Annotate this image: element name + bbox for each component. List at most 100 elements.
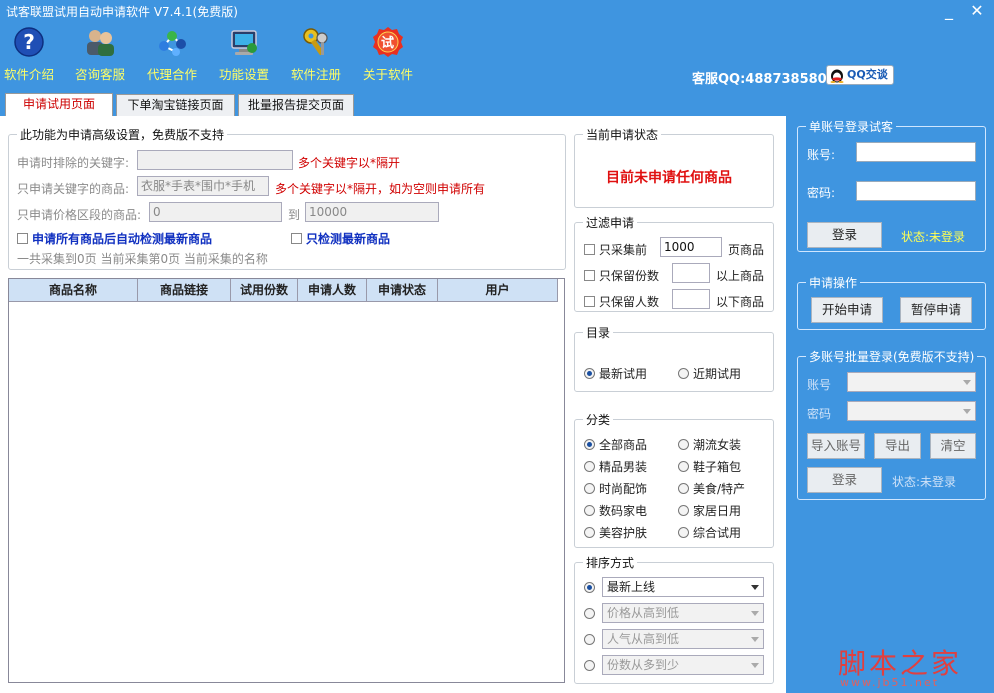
checkbox-box	[584, 296, 595, 307]
qq-chat-label: QQ交谈	[847, 68, 888, 81]
exclude-keyword-input[interactable]	[137, 150, 293, 170]
sort-radio[interactable]	[584, 633, 599, 647]
column-header[interactable]: 申请人数	[298, 279, 367, 301]
import-account-button[interactable]: 导入账号	[807, 433, 865, 459]
category-option[interactable]: 精品男装	[584, 458, 647, 475]
category-option[interactable]: 全部商品	[584, 436, 647, 453]
multi-password-label: 密码	[807, 407, 832, 421]
svg-text:?: ?	[23, 30, 35, 54]
auto-check-new-checkbox[interactable]: 申请所有商品后自动检测最新商品	[17, 230, 212, 247]
radio-button	[584, 634, 595, 645]
category-option-label: 精品男装	[599, 460, 648, 474]
toolbar-register-button[interactable]: 软件注册	[283, 22, 349, 88]
apply-status-legend: 当前申请状态	[586, 128, 659, 142]
filter-people-suffix: 以下商品	[716, 295, 765, 309]
category-option-label: 美容护肤	[599, 526, 648, 540]
radio-button	[678, 439, 689, 450]
toolbar-label: 功能设置	[218, 67, 269, 82]
sort-legend: 排序方式	[586, 556, 635, 570]
filter-people-checkbox[interactable]: 只保留人数	[584, 293, 659, 310]
chevron-down-icon	[751, 663, 759, 668]
filter-copies-checkbox[interactable]: 只保留份数	[584, 267, 659, 284]
radio-button	[678, 483, 689, 494]
multi-login-legend: 多账号批量登录(免费版不支持)	[809, 350, 975, 364]
tab-taobao-link[interactable]: 下单淘宝链接页面	[116, 94, 235, 117]
category-option[interactable]: 美食/特产	[678, 480, 745, 497]
column-header[interactable]: 商品名称	[9, 279, 138, 301]
advanced-settings-legend: 此功能为申请高级设置，免费版不支持	[20, 128, 225, 142]
start-apply-button[interactable]: 开始申请	[811, 297, 883, 323]
category-option[interactable]: 鞋子箱包	[678, 458, 741, 475]
table-header: 商品名称 商品链接 试用份数 申请人数 申请状态 用户	[9, 279, 558, 302]
category-option[interactable]: 数码家电	[584, 502, 647, 519]
category-option[interactable]: 综合试用	[678, 524, 741, 541]
toolbar-about-button[interactable]: 试 关于软件	[355, 22, 421, 88]
login-button[interactable]: 登录	[807, 222, 882, 248]
filter-pages-suffix: 页商品	[728, 243, 765, 257]
export-button[interactable]: 导出	[874, 433, 921, 459]
toolbar-software-intro-button[interactable]: ? 软件介绍	[0, 22, 62, 88]
catalog-option-latest[interactable]: 最新试用	[584, 365, 647, 382]
product-table[interactable]: 商品名称 商品链接 试用份数 申请人数 申请状态 用户	[8, 278, 565, 683]
sort-select-latest[interactable]: 最新上线	[602, 577, 764, 597]
column-header[interactable]: 用户	[438, 279, 558, 301]
filter-copies-label: 只保留份数	[599, 269, 660, 283]
category-option[interactable]: 潮流女装	[678, 436, 741, 453]
column-header[interactable]: 申请状态	[367, 279, 438, 301]
sort-select-price[interactable]: 价格从高到低	[602, 603, 764, 623]
multi-account-select[interactable]	[847, 372, 976, 392]
filter-copies-input[interactable]	[672, 263, 710, 283]
tab-apply-trial[interactable]: 申请试用页面	[5, 93, 113, 117]
clear-button[interactable]: 清空	[930, 433, 976, 459]
radio-button	[584, 527, 595, 538]
category-option-label: 综合试用	[693, 526, 742, 540]
column-header[interactable]: 试用份数	[231, 279, 298, 301]
toolbar-customer-service-button[interactable]: 咨询客服	[67, 22, 133, 88]
close-icon[interactable]: ✕	[966, 1, 988, 21]
minimize-icon[interactable]: _	[938, 1, 960, 21]
register-key-icon	[303, 28, 328, 56]
catalog-option-recent[interactable]: 近期试用	[678, 365, 741, 382]
toolbar-settings-button[interactable]: 功能设置	[211, 22, 277, 88]
price-to-input[interactable]: 10000	[305, 202, 439, 222]
pause-apply-button[interactable]: 暂停申请	[900, 297, 972, 323]
network-molecule-icon	[159, 31, 186, 56]
multi-login-button[interactable]: 登录	[807, 467, 882, 493]
account-input[interactable]	[856, 142, 976, 162]
category-option-label: 鞋子箱包	[693, 460, 742, 474]
toolbar-agent-cooperation-button[interactable]: 代理合作	[139, 22, 205, 88]
filter-people-input[interactable]	[672, 289, 710, 309]
price-range-label: 只申请价格区段的商品:	[17, 208, 142, 222]
only-keyword-input[interactable]: 衣服*手表*围巾*手机	[137, 176, 269, 196]
watermark-en: www.jb51.net	[840, 676, 940, 689]
sort-option-label: 人气从高到低	[607, 632, 680, 646]
filter-pages-checkbox[interactable]: 只采集前	[584, 241, 647, 258]
advanced-settings-group: 此功能为申请高级设置，免费版不支持	[8, 126, 566, 270]
sort-radio[interactable]	[584, 581, 599, 595]
category-option-label: 数码家电	[599, 504, 648, 518]
filter-pages-input[interactable]: 1000	[660, 237, 722, 257]
sort-select-copies[interactable]: 份数从多到少	[602, 655, 764, 675]
right-panel: 单账号登录试客 账号: 密码: 登录 状态:未登录 申请操作 开始申请 暂停申请…	[786, 88, 994, 693]
category-option[interactable]: 美容护肤	[584, 524, 647, 541]
apply-status-message: 目前未申请任何商品	[606, 170, 732, 186]
password-input[interactable]	[856, 181, 976, 201]
multi-password-select[interactable]	[847, 401, 976, 421]
category-option[interactable]: 时尚配饰	[584, 480, 647, 497]
column-header[interactable]: 商品链接	[138, 279, 231, 301]
qq-chat-button[interactable]: QQ交谈	[826, 65, 894, 85]
radio-button	[584, 505, 595, 516]
about-badge-char: 试	[381, 36, 395, 51]
tab-batch-report[interactable]: 批量报告提交页面	[238, 94, 354, 117]
settings-computer-icon	[231, 30, 257, 55]
sort-select-popularity[interactable]: 人气从高到低	[602, 629, 764, 649]
main-panel: 此功能为申请高级设置，免费版不支持 申请时排除的关键字: 多个关键字以*隔开 只…	[0, 116, 786, 693]
sort-radio[interactable]	[584, 659, 599, 673]
only-check-new-checkbox[interactable]: 只检测最新商品	[291, 230, 390, 247]
chevron-down-icon	[751, 611, 759, 616]
sort-radio[interactable]	[584, 607, 599, 621]
price-from-input[interactable]: 0	[149, 202, 282, 222]
category-option[interactable]: 家居日用	[678, 502, 741, 519]
toolbar-label: 关于软件	[362, 67, 413, 82]
chevron-down-icon	[751, 637, 759, 642]
